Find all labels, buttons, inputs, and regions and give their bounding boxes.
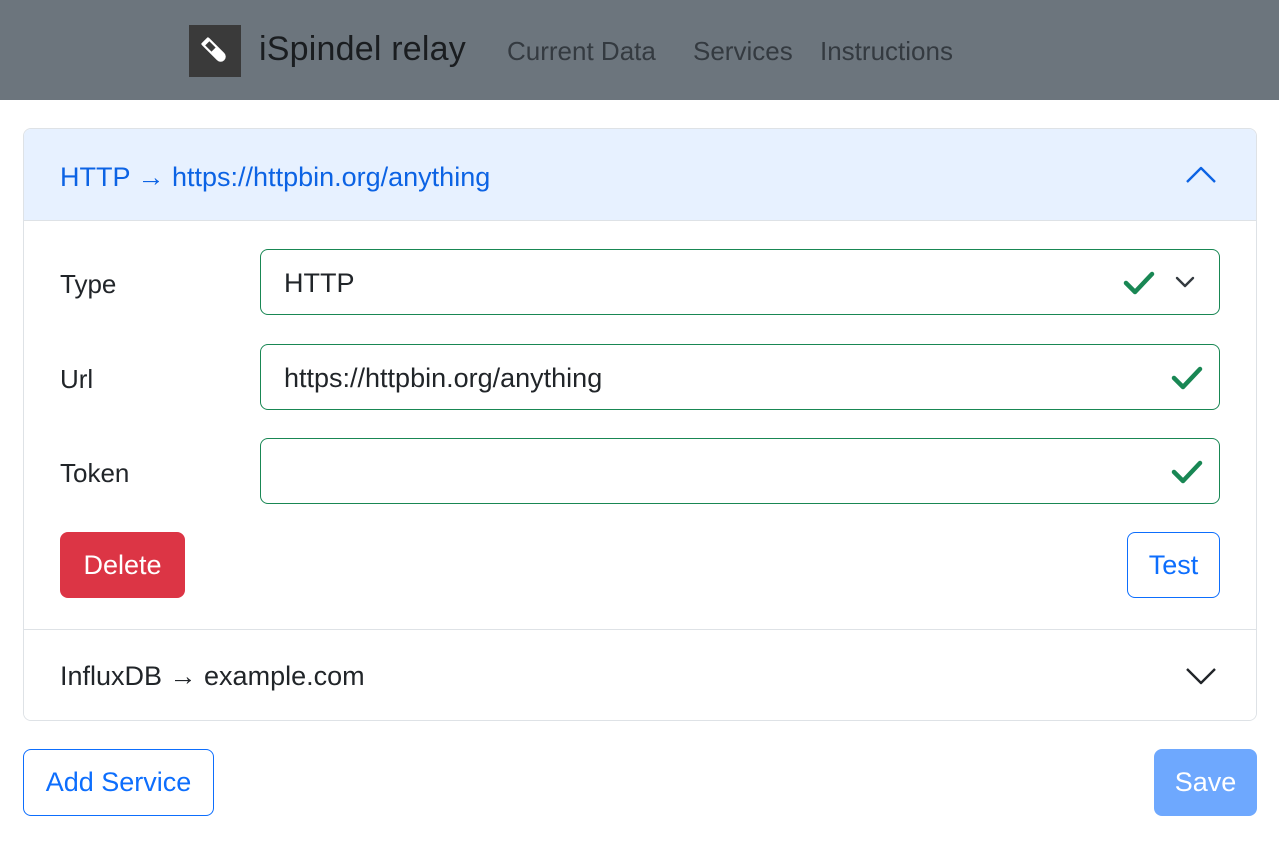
test-button[interactable]: Test	[1127, 532, 1220, 598]
chevron-down-icon	[1186, 668, 1216, 685]
url-label: Url	[60, 364, 94, 394]
token-input[interactable]	[260, 438, 1220, 504]
check-icon	[1171, 460, 1203, 484]
chevron-up-icon	[1186, 166, 1216, 183]
brand-title[interactable]: iSpindel relay	[259, 28, 466, 70]
accordion-title: HTTP → https://httpbin.org/anything	[60, 162, 491, 192]
accordion-header-influxdb[interactable]: InfluxDB → example.com	[24, 629, 1256, 720]
url-input[interactable]: https://httpbin.org/anything	[260, 344, 1220, 410]
check-icon	[1123, 271, 1155, 295]
chevron-down-icon	[1175, 276, 1195, 288]
type-select-value: HTTP	[284, 268, 355, 298]
navbar: iSpindel relay Current Data Services Ins…	[0, 0, 1279, 100]
token-label: Token	[60, 458, 130, 488]
accordion-body-http: Type HTTP Url https://httpbin.org/anythi…	[24, 221, 1256, 629]
save-button[interactable]: Save	[1154, 749, 1257, 816]
accordion-header-http[interactable]: HTTP → https://httpbin.org/anything	[24, 129, 1256, 221]
delete-button[interactable]: Delete	[60, 532, 185, 598]
nav-link-current-data[interactable]: Current Data	[507, 34, 656, 68]
url-input-value: https://httpbin.org/anything	[284, 363, 603, 393]
check-icon	[1171, 366, 1203, 390]
nav-link-instructions[interactable]: Instructions	[820, 34, 953, 68]
accordion-title: InfluxDB → example.com	[60, 661, 365, 691]
type-select[interactable]: HTTP	[260, 249, 1220, 315]
type-label: Type	[60, 269, 117, 299]
services-accordion: HTTP → https://httpbin.org/anything Type…	[23, 128, 1257, 721]
test-tube-icon[interactable]	[189, 25, 241, 77]
nav-link-services[interactable]: Services	[693, 34, 793, 68]
add-service-button[interactable]: Add Service	[23, 749, 214, 816]
